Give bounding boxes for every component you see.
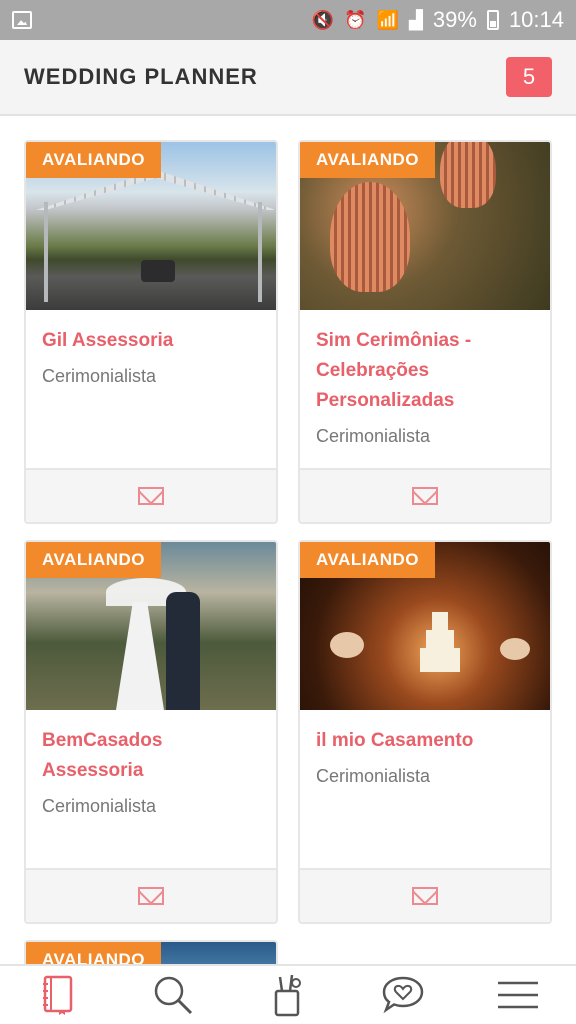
nav-notebook[interactable]	[28, 970, 88, 1020]
hamburger-menu-icon	[498, 981, 539, 1009]
mail-icon	[138, 887, 164, 905]
status-tag: AVALIANDO	[26, 142, 162, 178]
vendor-name[interactable]: Gil Assessoria	[42, 326, 260, 356]
vendor-card[interactable]: AVALIANDO il mio Casamento Cerimonialist…	[298, 540, 552, 924]
mail-icon	[138, 487, 164, 505]
vendor-name[interactable]: il mio Casamento	[316, 726, 534, 756]
nav-menu[interactable]	[488, 970, 548, 1020]
message-button[interactable]	[300, 468, 550, 522]
tools-icon	[274, 974, 301, 1017]
bottom-nav	[0, 964, 576, 1024]
vendor-card[interactable]: AVALIANDO Sim Cerimônias - Celebrações P…	[298, 140, 552, 524]
message-button[interactable]	[26, 868, 276, 922]
vendor-category: Cerimonialista	[42, 796, 157, 816]
vendor-card[interactable]: AVALIANDO BemCasados Assessoria Cerimoni…	[24, 540, 278, 924]
mute-icon: 🔇	[311, 10, 335, 30]
page-title: WEDDING PLANNER	[24, 64, 258, 89]
nav-tools[interactable]	[258, 970, 318, 1020]
vendor-category: Cerimonialista	[316, 426, 431, 446]
status-tag: AVALIANDO	[300, 142, 436, 178]
gallery-notification-icon	[12, 11, 32, 29]
vendor-photo[interactable]: AVALIANDO	[300, 542, 550, 710]
vendor-category: Cerimonialista	[316, 766, 431, 786]
vendor-card[interactable]: AVALIANDO Gil Assessoria Cerimonialista	[24, 140, 278, 524]
signal-icon: ▟	[409, 10, 423, 30]
mail-icon	[412, 487, 438, 505]
status-tag: AVALIANDO	[26, 542, 162, 578]
clock: 10:14	[508, 7, 564, 32]
vendor-name[interactable]: Sim Cerimônias - Celebrações Personaliza…	[316, 326, 534, 416]
status-tag: AVALIANDO	[300, 542, 436, 578]
wifi-icon: 📶	[376, 10, 400, 30]
status-bar: 🔇 ⏰ 📶 ▟ 39% 10:14	[0, 0, 576, 40]
notebook-icon	[42, 975, 72, 1015]
app-header: WEDDING PLANNER 5	[0, 40, 576, 116]
mail-icon	[412, 887, 438, 905]
vendor-photo[interactable]: AVALIANDO	[300, 142, 550, 310]
vendor-photo[interactable]: AVALIANDO	[26, 142, 276, 310]
vendor-name[interactable]: BemCasados Assessoria	[42, 726, 260, 786]
status-icons: 🔇 ⏰ 📶 ▟ 39% 10:14	[312, 7, 564, 33]
nav-search[interactable]	[143, 970, 203, 1020]
battery-icon	[486, 10, 499, 30]
alarm-icon: ⏰	[344, 10, 367, 30]
count-badge[interactable]: 5	[506, 57, 552, 97]
message-button[interactable]	[300, 868, 550, 922]
nav-community[interactable]	[373, 970, 433, 1020]
battery-percent: 39%	[432, 7, 477, 32]
message-button[interactable]	[26, 468, 276, 522]
search-icon	[154, 976, 192, 1015]
heart-chat-icon	[382, 976, 424, 1014]
vendor-category: Cerimonialista	[42, 366, 157, 386]
vendor-photo[interactable]: AVALIANDO	[26, 542, 276, 710]
